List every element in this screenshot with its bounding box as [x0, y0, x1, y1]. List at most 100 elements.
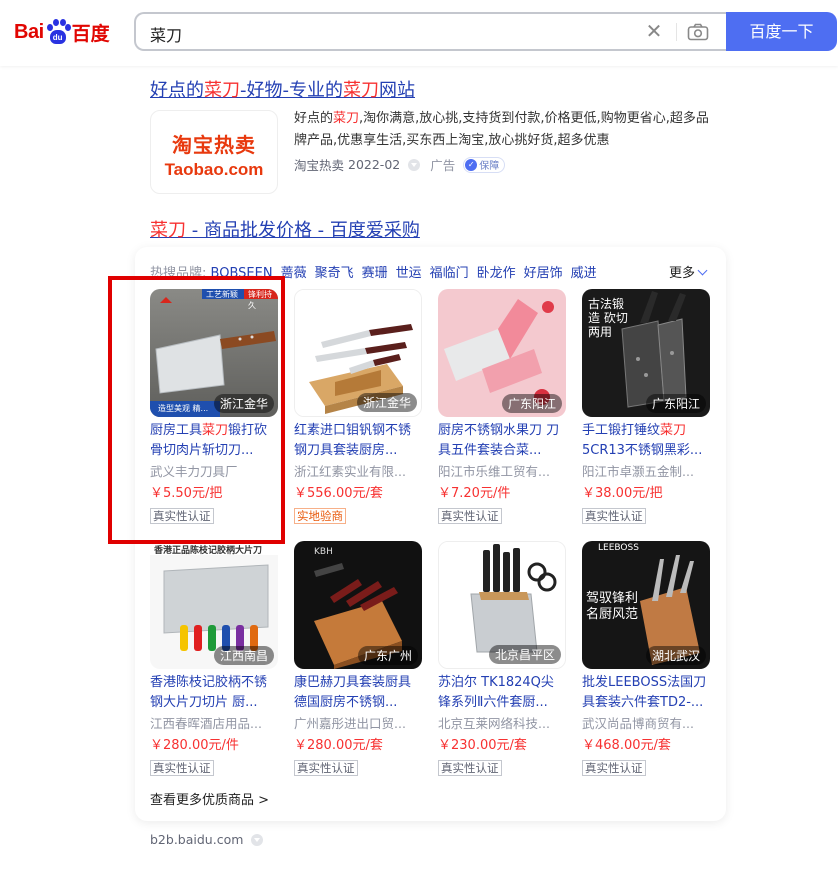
- product-name[interactable]: 厨房工具菜刀锻打砍骨切肉片斩切刀...: [150, 421, 278, 461]
- guarantee-badge[interactable]: ✓ 保障: [463, 156, 506, 173]
- brand-link[interactable]: BOBSEEN: [211, 266, 273, 281]
- baidu-logo[interactable]: Bai du 百度: [14, 12, 110, 52]
- seller-name[interactable]: 浙江红素实业有限...: [294, 461, 422, 483]
- product-name[interactable]: 香港陈枝记胶柄不锈钢大片刀切片 厨...: [150, 673, 278, 713]
- verification-badge: 真实性认证: [294, 760, 358, 776]
- title-keyword: 菜刀: [150, 220, 186, 241]
- see-more-products-link[interactable]: 查看更多优质商品 >: [150, 789, 269, 808]
- image-slogan: 驾驭锋利 名厨风范: [586, 591, 639, 622]
- clear-icon[interactable]: ✕: [644, 21, 664, 41]
- product-image-leeboss-knife-set[interactable]: LEEBOSS 驾驭锋利 名厨风范 湖北武汉: [582, 541, 710, 669]
- price: ￥468.00元/套: [582, 738, 671, 753]
- title-segment: -好物-专业的: [240, 80, 343, 101]
- product-card[interactable]: KBH 广东广州 康巴赫刀具套装厨具德国厨房不锈钢... 广州嘉彤进出口贸...…: [294, 541, 422, 776]
- paw-icon: du: [45, 19, 71, 45]
- name-segment: 手工锻打锤纹: [582, 423, 661, 438]
- location-tag: 湖北武汉: [645, 646, 706, 665]
- thumb-line2: Taobao.com: [164, 160, 264, 179]
- product-image-pink-knife-set[interactable]: 广东阳江: [438, 289, 566, 417]
- price: ￥5.50元/把: [150, 486, 223, 501]
- product-image-knife-block[interactable]: 浙江金华: [294, 289, 422, 417]
- seller-name[interactable]: 阳江市卓灏五金制...: [582, 461, 710, 483]
- ad-result-title[interactable]: 好点的菜刀-好物-专业的菜刀网站: [150, 76, 415, 102]
- logo-text-cn: 百度: [71, 22, 110, 45]
- divider: [676, 23, 677, 41]
- ad-description: 好点的菜刀,淘你满意,放心挑,支持货到付款,价格更低,购物更省心,超多品牌产品,…: [294, 108, 714, 152]
- brand-link[interactable]: 好居饰: [524, 266, 563, 281]
- location-tag: 浙江金华: [213, 394, 274, 413]
- product-card[interactable]: 工艺新颖 锋利持久 造型美观 精... 浙江金华 厨房工具菜刀锻打砍骨切肉片斩切…: [150, 289, 278, 524]
- title-keyword: 菜刀: [343, 80, 379, 101]
- product-card[interactable]: 香港正品陈枝记胶柄大片刀 江西南昌 香港陈枝记胶柄不锈钢大片刀切片 厨... 江…: [150, 541, 278, 776]
- product-name[interactable]: 苏泊尔 TK1824Q尖锋系列Ⅱ六件套厨...: [438, 673, 566, 713]
- desc-segment: 好点的: [294, 111, 334, 126]
- location-tag: 广东阳江: [645, 394, 706, 413]
- search-query-text[interactable]: 菜刀: [150, 22, 182, 46]
- seller-name[interactable]: 广州嘉彤进出口贸...: [294, 713, 422, 735]
- brand-link[interactable]: 蔷薇: [281, 266, 307, 281]
- seller-name[interactable]: 阳江市乐维工贸有...: [438, 461, 566, 483]
- check-icon: ✓: [465, 158, 478, 171]
- verification-badge: 实地验商: [294, 508, 346, 524]
- price: ￥280.00元/套: [294, 738, 383, 753]
- brand-link[interactable]: 聚奇飞: [315, 266, 354, 281]
- header-bar: Bai du 百度 菜刀 ✕ 百度一下: [0, 0, 838, 66]
- seller-name[interactable]: 武汉尚品博商贸有...: [582, 713, 710, 735]
- product-image-kbh-knife-block[interactable]: KBH 广东广州: [294, 541, 422, 669]
- b2b-result-title[interactable]: 菜刀 - 商品批发价格 - 百度爱采购: [150, 216, 420, 242]
- brands-label: 热搜品牌:: [150, 266, 207, 281]
- ad-label: 广告: [430, 158, 456, 173]
- verification-badge: 真实性认证: [582, 760, 646, 776]
- location-tag: 广东广州: [357, 646, 418, 665]
- verification-badge: 真实性认证: [150, 508, 214, 524]
- location-tag: 北京昌平区: [488, 645, 561, 664]
- product-image-cleaver[interactable]: 工艺新颖 锋利持久 造型美观 精... 浙江金华: [150, 289, 278, 417]
- location-tag: 浙江金华: [356, 393, 417, 412]
- dropdown-icon[interactable]: [251, 833, 264, 846]
- product-name[interactable]: 厨房不锈钢水果刀 刀具五件套装合菜...: [438, 421, 566, 461]
- title-segment: 好点的: [150, 80, 204, 101]
- product-name[interactable]: 康巴赫刀具套装厨具德国厨房不锈钢...: [294, 673, 422, 713]
- product-card[interactable]: 浙江金华 红素进口钼钒钢不锈钢刀具套装厨房... 浙江红素实业有限... ￥55…: [294, 289, 422, 524]
- ad-date: 2022-02: [348, 157, 401, 172]
- title-keyword: 菜刀: [204, 80, 240, 101]
- product-name[interactable]: 手工锻打锤纹菜刀 5CR13不锈钢黑彩...: [582, 421, 710, 461]
- camera-icon[interactable]: [687, 23, 709, 41]
- image-brand: LEEBOSS: [598, 543, 639, 553]
- brand-link[interactable]: 世运: [396, 266, 422, 281]
- search-button[interactable]: 百度一下: [726, 12, 837, 51]
- product-card[interactable]: LEEBOSS 驾驭锋利 名厨风范 湖北武汉 批发LEEBOSS法国刀具套装六件…: [582, 541, 710, 776]
- product-image-slicer-knives[interactable]: 香港正品陈枝记胶柄大片刀 江西南昌: [150, 541, 278, 669]
- product-card[interactable]: 广东阳江 厨房不锈钢水果刀 刀具五件套装合菜... 阳江市乐维工贸有... ￥7…: [438, 289, 566, 524]
- location-tag: 江西南昌: [213, 646, 274, 665]
- logo-text-latin: Bai: [14, 20, 44, 43]
- image-brand: KBH: [314, 547, 333, 557]
- name-segment: 5CR13不锈钢黑彩...: [582, 443, 703, 458]
- brand-link[interactable]: 赛珊: [362, 266, 388, 281]
- seller-name[interactable]: 北京互莱网络科技...: [438, 713, 566, 735]
- hot-brands: 热搜品牌: BOBSEEN 蔷薇 聚奇飞 赛珊 世运 福临门 卧龙作 好居饰 威进: [150, 262, 605, 281]
- brand-link[interactable]: 威进: [571, 266, 597, 281]
- image-tag: 锋利持久: [248, 290, 272, 310]
- price: ￥556.00元/套: [294, 486, 383, 501]
- product-name[interactable]: 批发LEEBOSS法国刀具套装六件套TD2-...: [582, 673, 710, 713]
- search-input[interactable]: 菜刀 ✕: [134, 12, 726, 51]
- product-image-hammered-cleavers[interactable]: 古法锻造 砍切两用 广东阳江: [582, 289, 710, 417]
- product-card[interactable]: 北京昌平区 苏泊尔 TK1824Q尖锋系列Ⅱ六件套厨... 北京互莱网络科技..…: [438, 541, 566, 776]
- seller-name[interactable]: 武义丰力刀具厂: [150, 461, 278, 483]
- price: ￥280.00元/件: [150, 738, 239, 753]
- brand-link[interactable]: 卧龙作: [477, 266, 516, 281]
- product-image-supor-knife-block[interactable]: 北京昌平区: [438, 541, 566, 669]
- source-url[interactable]: b2b.baidu.com: [150, 832, 243, 847]
- brand-link[interactable]: 福临门: [430, 266, 469, 281]
- more-brands-button[interactable]: 更多: [669, 262, 708, 281]
- logo-paw-text: du: [49, 30, 66, 44]
- seller-name[interactable]: 江西春晖酒店用品...: [150, 713, 278, 735]
- product-card[interactable]: 古法锻造 砍切两用 广东阳江 手工锻打锤纹菜刀 5CR13不锈钢黑彩... 阳江…: [582, 289, 710, 524]
- image-tag: 造型美观 精...: [158, 404, 209, 413]
- ad-meta: 淘宝热卖 2022-02 广告 ✓ 保障: [294, 155, 506, 174]
- result-source: b2b.baidu.com: [150, 832, 264, 847]
- dropdown-icon[interactable]: [408, 158, 421, 171]
- product-name[interactable]: 红素进口钼钒钢不锈钢刀具套装厨房...: [294, 421, 422, 461]
- taobao-logo-thumbnail[interactable]: 淘宝热卖 Taobao.com: [150, 110, 278, 194]
